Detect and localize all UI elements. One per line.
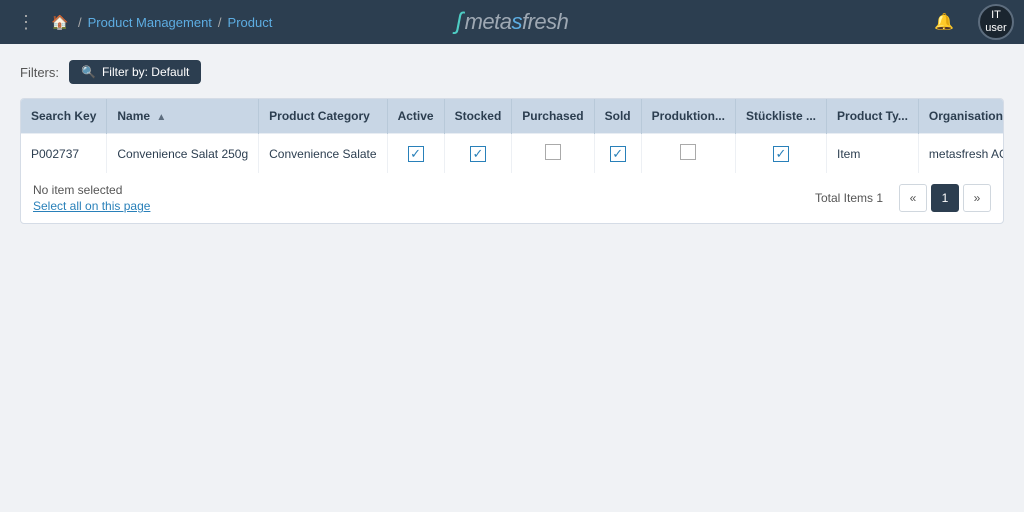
breadcrumb-separator: /: [78, 15, 82, 30]
next-icon: »: [974, 191, 981, 205]
filters-bar: Filters: 🔍 Filter by: Default: [20, 60, 1004, 84]
pagination-prev-button[interactable]: «: [899, 184, 927, 212]
cell-product-category: Convenience Salate: [259, 134, 387, 174]
col-purchased[interactable]: Purchased: [512, 99, 594, 134]
checkbox-stuckliste-checked: ✓: [773, 146, 789, 162]
cell-name: Convenience Salat 250g: [107, 134, 259, 174]
home-icon: 🏠: [51, 14, 68, 31]
active-filter-badge[interactable]: 🔍 Filter by: Default: [69, 60, 201, 84]
cell-produktion: [641, 134, 735, 174]
top-navigation: ⋮ 🏠 / Product Management / Product ʃ met…: [0, 0, 1024, 44]
main-content: Filters: 🔍 Filter by: Default Search Key…: [0, 44, 1024, 240]
cell-search-key: P002737: [21, 134, 107, 174]
table-row[interactable]: P002737 Convenience Salat 250g Convenien…: [21, 134, 1004, 174]
checkbox-active-checked: ✓: [408, 146, 424, 162]
app-logo: metasfresh: [465, 9, 569, 35]
col-produktion[interactable]: Produktion...: [641, 99, 735, 134]
checkbox-produktion-unchecked: [680, 144, 696, 160]
cell-purchased: [512, 134, 594, 174]
cell-stuckliste: ✓: [735, 134, 826, 174]
cell-product-type: Item: [827, 134, 919, 174]
product-table: Search Key Name ▲ Product Category Activ…: [21, 99, 1004, 173]
product-table-wrapper: Search Key Name ▲ Product Category Activ…: [20, 98, 1004, 224]
filter-icon: 🔍: [81, 65, 96, 79]
pagination: « 1 »: [899, 184, 991, 212]
sort-asc-icon: ▲: [156, 112, 166, 123]
avatar-initials: ITuser: [985, 9, 1006, 35]
selection-info: No item selected Select all on this page: [33, 183, 150, 213]
col-product-category[interactable]: Product Category: [259, 99, 387, 134]
table-footer: No item selected Select all on this page…: [21, 173, 1003, 223]
filters-label: Filters:: [20, 65, 59, 80]
breadcrumb-product-management[interactable]: Product Management: [88, 15, 212, 30]
col-stocked[interactable]: Stocked: [444, 99, 512, 134]
user-avatar[interactable]: ITuser: [978, 4, 1014, 40]
table-header: Search Key Name ▲ Product Category Activ…: [21, 99, 1004, 134]
notification-bell-icon[interactable]: 🔔: [934, 12, 954, 32]
breadcrumb: / Product Management / Product: [78, 15, 272, 30]
cell-stocked: ✓: [444, 134, 512, 174]
col-name[interactable]: Name ▲: [107, 99, 259, 134]
select-all-link[interactable]: Select all on this page: [33, 199, 150, 213]
page-number: 1: [942, 191, 949, 205]
col-stuckliste[interactable]: Stückliste ...: [735, 99, 826, 134]
col-sold[interactable]: Sold: [594, 99, 641, 134]
col-product-type[interactable]: Product Ty...: [827, 99, 919, 134]
cell-organisation: metasfresh AG: [918, 134, 1004, 174]
col-search-key[interactable]: Search Key: [21, 99, 107, 134]
col-organisation[interactable]: Organisation: [918, 99, 1004, 134]
cell-sold: ✓: [594, 134, 641, 174]
filter-badge-label: Filter by: Default: [102, 65, 189, 79]
prev-icon: «: [910, 191, 917, 205]
pagination-page-1-button[interactable]: 1: [931, 184, 959, 212]
breadcrumb-separator: /: [218, 15, 222, 30]
dots-icon: ⋮: [17, 12, 35, 33]
home-button[interactable]: 🏠: [46, 8, 74, 36]
no-item-selected-label: No item selected: [33, 183, 150, 197]
cell-active: ✓: [387, 134, 444, 174]
menu-dots-button[interactable]: ⋮: [10, 6, 42, 38]
total-items-label: Total Items 1: [815, 191, 883, 205]
checkbox-purchased-unchecked: [545, 144, 561, 160]
pagination-next-button[interactable]: »: [963, 184, 991, 212]
table-body: P002737 Convenience Salat 250g Convenien…: [21, 134, 1004, 174]
checkbox-sold-checked: ✓: [610, 146, 626, 162]
checkbox-stocked-checked: ✓: [470, 146, 486, 162]
breadcrumb-product[interactable]: Product: [228, 15, 273, 30]
col-active[interactable]: Active: [387, 99, 444, 134]
